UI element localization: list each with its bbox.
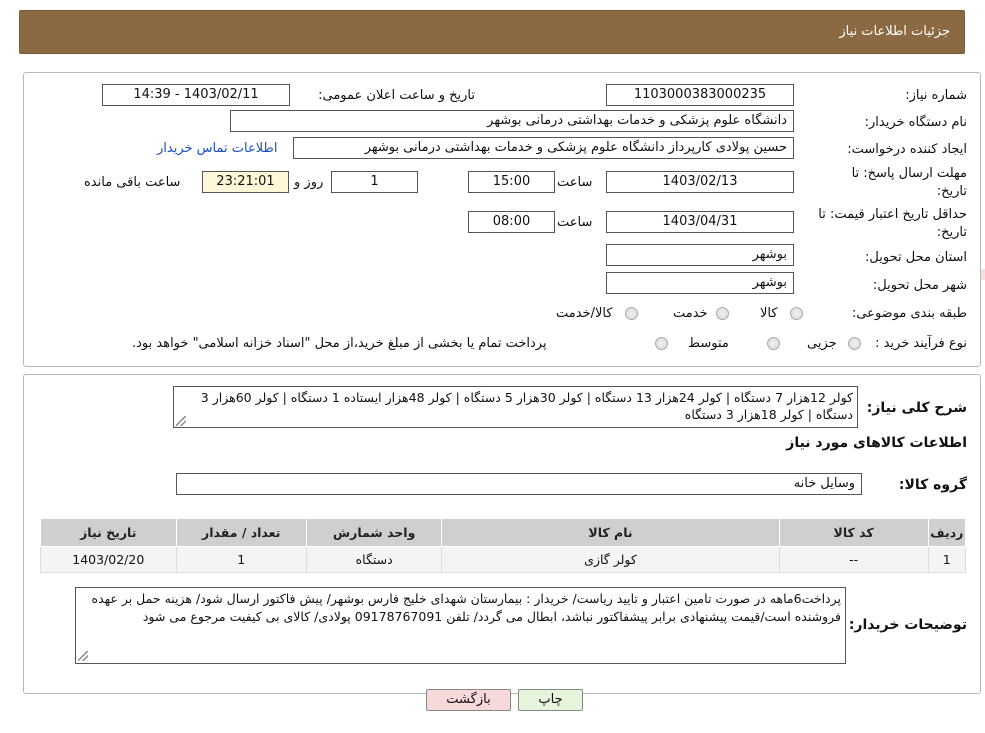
col-need-date: تاریخ نیاز — [40, 518, 177, 547]
process-radio-medium[interactable] — [767, 337, 780, 350]
cell-unit: دستگاه — [305, 546, 443, 573]
process-checkbox-treasury[interactable] — [655, 337, 668, 350]
buyer-notes-resize-handle[interactable] — [78, 651, 88, 661]
cell-name: کولر گازی — [441, 546, 780, 573]
creator-field[interactable]: حسین پولادی کارپرداز دانشگاه علوم پزشکی … — [293, 137, 794, 159]
cell-need-date: 1403/02/20 — [40, 546, 177, 573]
col-quantity: تعداد / مقدار — [175, 518, 307, 547]
creator-label: ایجاد کننده درخواست: — [847, 142, 967, 157]
province-field[interactable]: بوشهر — [606, 244, 794, 266]
items-table-header: ردیف کد کالا نام کالا واحد شمارش تعداد /… — [40, 518, 967, 547]
category-label: طبقه بندی موضوعی: — [851, 306, 967, 321]
contact-buyer-link[interactable]: اطلاعات تماس خریدار — [157, 141, 277, 156]
reply-deadline-label-2: تاریخ: — [936, 184, 967, 199]
page-title: جزئیات اطلاعات نیاز — [839, 24, 950, 39]
days-label: روز و — [294, 175, 324, 190]
remaining-time-field: 23:21:01 — [202, 171, 289, 193]
validity-date-field[interactable]: 1403/04/31 — [606, 211, 794, 233]
announce-label: تاریخ و ساعت اعلان عمومی: — [318, 88, 475, 103]
province-label: استان محل تحویل: — [865, 250, 967, 265]
days-field[interactable]: 1 — [331, 171, 418, 193]
items-table: ردیف کد کالا نام کالا واحد شمارش تعداد /… — [40, 518, 967, 573]
need-number-field[interactable]: 1103000383000235 — [606, 84, 794, 106]
buyer-org-field[interactable]: دانشگاه علوم پزشکی و خدمات بهداشتی درمان… — [230, 110, 794, 132]
process-option-medium: متوسط — [688, 336, 729, 351]
buyer-notes-label: توضیحات خریدار: — [848, 617, 967, 633]
reply-time-label: ساعت — [557, 175, 593, 190]
summary-label: شرح کلی نیاز: — [866, 400, 967, 416]
cell-quantity: 1 — [175, 546, 307, 573]
goods-info-title: اطلاعات کالاهای مورد نیاز — [786, 435, 967, 451]
reply-date-field[interactable]: 1403/02/13 — [606, 171, 794, 193]
reply-deadline-label: مهلت ارسال پاسخ: تا — [851, 166, 967, 181]
category-radio-service[interactable] — [716, 307, 729, 320]
col-name: نام کالا — [441, 518, 780, 547]
city-label: شهر محل تحویل: — [872, 278, 967, 293]
price-validity-label-2: تاریخ: — [936, 225, 967, 240]
process-note: پرداخت تمام یا بخشی از مبلغ خرید،از محل … — [132, 336, 547, 351]
need-number-label: شماره نیاز: — [905, 88, 967, 103]
category-radio-goods[interactable] — [790, 307, 803, 320]
category-option-service: خدمت — [673, 306, 708, 321]
group-label: گروه کالا: — [898, 477, 967, 493]
buyer-org-label: نام دستگاه خریدار: — [864, 115, 967, 130]
remaining-label: ساعت باقی مانده — [84, 175, 181, 190]
category-option-both: کالا/خدمت — [556, 306, 613, 321]
cell-code: -- — [778, 546, 929, 573]
buyer-notes-text: پرداخت6ماهه در صورت تامین اعتبار و تایید… — [75, 587, 846, 664]
process-option-minor: جزیی — [807, 336, 837, 351]
category-radio-both[interactable] — [625, 307, 638, 320]
col-code: کد کالا — [778, 518, 929, 547]
reply-time-field[interactable]: 15:00 — [468, 171, 555, 193]
category-option-goods: کالا — [760, 306, 778, 321]
announce-field[interactable]: 1403/02/11 - 14:39 — [102, 84, 290, 106]
validity-time-field[interactable]: 08:00 — [468, 211, 555, 233]
col-unit: واحد شمارش — [305, 518, 443, 547]
group-field[interactable]: وسایل خانه — [176, 473, 862, 495]
city-field[interactable]: بوشهر — [606, 272, 794, 294]
validity-time-label: ساعت — [557, 215, 593, 230]
summary-resize-handle[interactable] — [176, 416, 186, 426]
print-button[interactable]: چاپ — [518, 689, 583, 711]
table-row: 1 -- کولر گازی دستگاه 1 1403/02/20 — [40, 546, 967, 573]
page-header: جزئیات اطلاعات نیاز — [19, 10, 965, 54]
cell-row: 1 — [927, 546, 967, 573]
price-validity-label: حداقل تاریخ اعتبار قیمت: تا — [818, 207, 967, 222]
back-button[interactable]: بازگشت — [426, 689, 511, 711]
summary-text: کولر 12هزار 7 دستگاه | کولر 24هزار 13 دس… — [173, 386, 858, 428]
process-label: نوع فرآیند خرید : — [875, 336, 967, 351]
col-row: ردیف — [927, 518, 967, 547]
process-radio-minor[interactable] — [848, 337, 861, 350]
